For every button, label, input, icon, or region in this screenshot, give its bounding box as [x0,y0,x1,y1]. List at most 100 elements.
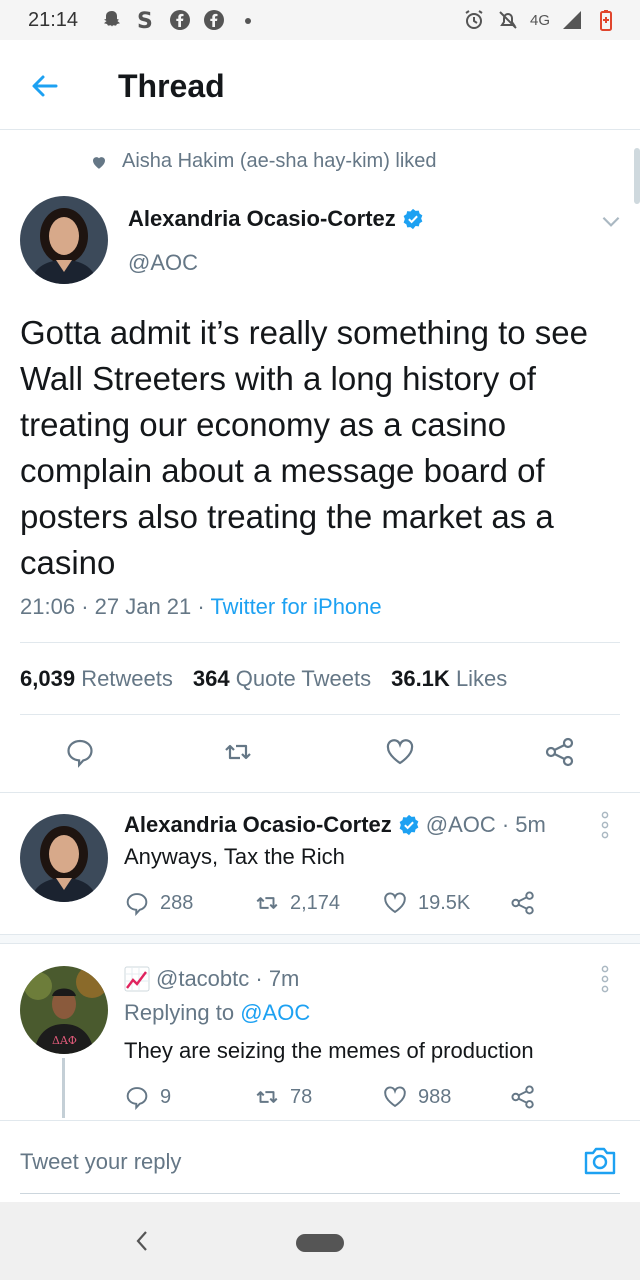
retweet-button[interactable]: 2,174 [254,890,340,916]
reply-icon [126,893,148,916]
tweet-date: 27 Jan 21 [94,594,192,619]
likes-label: Likes [455,666,508,691]
like-icon[interactable] [384,736,416,768]
like-count: 988 [418,1085,452,1108]
page-title: Thread [118,68,225,104]
facebook-icon [170,10,190,30]
tweet-actions [0,736,640,776]
avatar[interactable] [20,814,108,902]
retweets-count-link[interactable]: 6,039 Retweets [20,666,173,692]
reply-count: 9 [160,1085,172,1108]
reply-actions: 9 78 988 [124,1084,554,1114]
author-name[interactable]: Alexandria Ocasio-Cortez [124,812,392,838]
svg-text:S: S [137,9,153,32]
svg-text:ΔΑΦ: ΔΑΦ [52,1034,77,1047]
author-row[interactable]: Alexandria Ocasio-Cortez [128,206,424,232]
quotes-label: Quote Tweets [235,666,372,691]
chevron-down-icon[interactable] [598,208,624,234]
reply-composer: Tweet your reply [0,1120,640,1202]
share-icon[interactable] [544,736,576,768]
retweets-label: Retweets [81,666,173,691]
like-icon [384,1086,406,1108]
input-underline [20,1193,620,1194]
like-icon [384,892,406,914]
snapchat-icon [104,11,120,27]
status-time: 21:14 [28,9,79,31]
chart-increasing-emoji-icon [124,966,150,992]
retweet-icon [256,1091,278,1103]
home-pill-button[interactable] [296,1234,344,1252]
likes-count-link[interactable]: 36.1K Likes [391,666,507,692]
retweet-count: 2,174 [290,891,341,914]
nav-back-icon[interactable] [132,1228,152,1254]
likes-count: 36.1K [391,666,450,691]
divider [20,642,620,643]
thread-connector-line [62,1058,65,1118]
notifications-off-icon [499,11,517,29]
avatar[interactable] [20,196,108,284]
profile-photo [20,196,108,284]
heart-filled-icon [93,156,105,169]
author-handle-time[interactable]: @tacobtc · 7m [156,966,299,992]
section-separator [0,934,640,944]
liked-by-text: Aisha Hakim (ae-sha hay-kim) liked [122,150,437,172]
retweet-count: 78 [290,1085,313,1108]
back-arrow-icon[interactable] [28,70,60,102]
system-nav-bar [0,1202,640,1280]
retweets-count: 6,039 [20,666,76,691]
alarm-icon [465,10,483,29]
reply-input[interactable]: Tweet your reply [20,1149,181,1175]
notification-icons: S [100,8,260,32]
quotes-count-link[interactable]: 364 Quote Tweets [193,666,371,692]
scrollbar[interactable] [634,148,640,204]
share-icon [511,1085,534,1109]
reply-author-row[interactable]: @tacobtc · 7m [124,966,299,992]
reply-count: 288 [160,891,194,914]
facebook-icon-2 [204,10,224,30]
system-icons: 4G [462,8,618,32]
social-context[interactable]: Aisha Hakim (ae-sha hay-kim) liked [90,150,437,173]
signal-icon [563,11,581,29]
divider [20,714,620,715]
reply-actions: 288 2,174 19.5K [124,890,554,920]
author-name[interactable]: Alexandria Ocasio-Cortez [128,206,396,232]
network-type: 4G [529,11,550,29]
reply-icon[interactable] [64,736,96,768]
share-button[interactable] [510,890,536,916]
camera-icon[interactable] [582,1143,618,1179]
like-count: 19.5K [418,891,471,914]
divider [0,792,640,793]
meta-separator: · [197,594,211,619]
s-app-icon: S [137,9,153,32]
tweet-text: They are seizing the memes of production [124,1038,534,1063]
retweet-icon [256,897,278,909]
share-icon [511,891,534,915]
replying-to-prefix: Replying to [124,1000,235,1025]
status-bar: 21:14 S 4G [0,0,640,40]
replying-to-handle[interactable]: @AOC [240,1000,310,1025]
app-header: Thread [0,40,640,130]
profile-photo: ΔΑΦ [20,966,108,1054]
tweet-source-link[interactable]: Twitter for iPhone [210,594,381,619]
more-options-icon[interactable] [600,964,610,994]
author-handle[interactable]: @AOC [128,250,198,276]
meta-separator: · [81,594,95,619]
retweet-button[interactable]: 78 [254,1084,312,1110]
like-button[interactable]: 988 [382,1084,451,1110]
share-button[interactable] [510,1084,536,1110]
avatar[interactable]: ΔΑΦ [20,966,108,1054]
retweet-icon[interactable] [222,736,254,768]
reply-author-row[interactable]: Alexandria Ocasio-Cortez @AOC · 5m [124,812,546,838]
more-options-icon[interactable] [600,810,610,840]
dot-icon [245,18,251,24]
tweet-text: Anyways, Tax the Rich [124,844,345,869]
verified-badge-icon [403,208,423,230]
like-button[interactable]: 19.5K [382,890,470,916]
engagement-counts: 6,039 Retweets 364 Quote Tweets 36.1K Li… [20,666,507,692]
replying-to: Replying to @AOC [124,1000,310,1026]
reply-button[interactable]: 9 [124,1084,171,1110]
author-handle-time: @AOC · 5m [425,812,546,837]
battery-low-icon [600,10,612,31]
reply-button[interactable]: 288 [124,890,193,916]
profile-photo [20,814,108,902]
